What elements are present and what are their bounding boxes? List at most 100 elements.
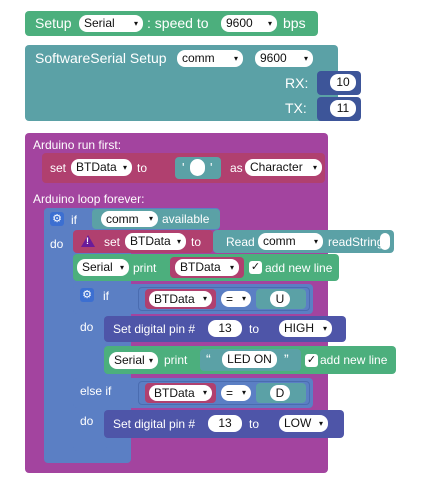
- to-label-2: to: [191, 235, 202, 249]
- string-field[interactable]: LED ON: [222, 351, 277, 368]
- state1-dropdown[interactable]: HIGH ▾: [279, 320, 332, 337]
- var-dropdown[interactable]: BTData ▾: [71, 159, 132, 176]
- rx-number-block[interactable]: 10: [317, 71, 361, 95]
- chevron-down-icon: ▾: [202, 388, 207, 397]
- pin1-value-field[interactable]: 13: [208, 320, 242, 337]
- cond2-var-dropdown[interactable]: BTData ▾: [149, 385, 212, 401]
- to-label: to: [137, 161, 148, 175]
- chevron-down-icon: ▾: [303, 54, 308, 63]
- softserial-setup-block[interactable]: SoftwareSerial Setup comm ▾ 9600 ▾ RX: TX:: [25, 45, 338, 121]
- state2-value: LOW: [284, 416, 312, 430]
- available-block[interactable]: comm ▾ available: [92, 209, 220, 229]
- read-serial-dropdown[interactable]: comm ▾: [258, 233, 323, 250]
- print2-port-dropdown[interactable]: Serial ▾: [109, 352, 158, 369]
- chevron-down-icon: ▾: [312, 163, 317, 172]
- set-pin-low-block[interactable]: Set digital pin # 13 to LOW ▾: [104, 410, 344, 438]
- inner-do-label: do: [80, 320, 94, 334]
- serial-port-value: Serial: [84, 16, 115, 30]
- compare-block-1[interactable]: BTData ▾ = ▾ U: [138, 287, 310, 311]
- available-serial-dropdown[interactable]: comm ▾: [101, 211, 158, 227]
- cond1-var-block[interactable]: BTData ▾: [145, 289, 216, 309]
- pin2-value-field[interactable]: 13: [208, 415, 242, 432]
- cond1-value-field[interactable]: U: [270, 291, 290, 307]
- cond1-op-dropdown[interactable]: = ▾: [221, 291, 251, 307]
- print-port-dropdown[interactable]: Serial ▾: [77, 259, 129, 276]
- chevron-down-icon: ▾: [322, 324, 327, 333]
- loop-label: Arduino loop forever:: [33, 192, 145, 206]
- cond2-char-block[interactable]: D: [256, 383, 306, 403]
- print-label: print: [133, 261, 157, 275]
- set-label-2: set: [104, 235, 121, 249]
- pin-label-2: Set digital pin #: [113, 417, 196, 431]
- chevron-down-icon: ▾: [313, 237, 318, 246]
- char-field[interactable]: [190, 159, 205, 176]
- cond2-var-value: BTData: [154, 386, 195, 400]
- print2-label: print: [164, 353, 188, 367]
- print-var-value: BTData: [180, 260, 221, 274]
- available-label: available: [162, 212, 210, 226]
- add-new-line-checkbox[interactable]: ✓: [249, 261, 262, 274]
- compare-block-2[interactable]: BTData ▾ = ▾ D: [138, 381, 310, 405]
- state2-dropdown[interactable]: LOW ▾: [279, 415, 328, 432]
- rx-value-field[interactable]: 10: [330, 74, 356, 91]
- serial-print-string-block[interactable]: Serial ▾ print “ LED ON ” ✓ add new line: [104, 346, 396, 374]
- print-port-value: Serial: [82, 260, 113, 274]
- setup-label: Setup: [35, 15, 72, 31]
- softserial-speed-dropdown[interactable]: 9600 ▾: [255, 50, 313, 67]
- add-new-line-label: add new line: [265, 261, 333, 275]
- serial-port-dropdown[interactable]: Serial ▾: [79, 15, 143, 32]
- cond2-value-field[interactable]: D: [270, 385, 290, 401]
- cond2-op-value: =: [226, 386, 234, 400]
- chevron-down-icon: ▾: [176, 237, 181, 246]
- cond2-op-dropdown[interactable]: = ▾: [221, 385, 251, 401]
- tx-number-block[interactable]: 11: [317, 97, 361, 121]
- chevron-down-icon: ▾: [241, 388, 246, 397]
- softserial-label: SoftwareSerial Setup: [35, 50, 167, 66]
- pin-to-label-2: to: [249, 417, 260, 431]
- char-block[interactable]: ' ': [175, 157, 221, 179]
- cond2-var-block[interactable]: BTData ▾: [145, 383, 216, 403]
- warning-icon[interactable]: !: [81, 235, 95, 247]
- softserial-name-value: comm: [182, 51, 215, 65]
- if-label: if: [71, 213, 77, 227]
- state1-value: HIGH: [284, 321, 314, 335]
- print-var-dropdown[interactable]: BTData ▾: [175, 259, 239, 276]
- set-var-char-block[interactable]: set BTData ▾ to ' ' as Character ▾: [42, 153, 325, 183]
- chevron-down-icon: ▾: [148, 356, 153, 365]
- cond1-char-block[interactable]: U: [256, 289, 306, 309]
- serial-speed-dropdown[interactable]: 9600 ▾: [221, 15, 277, 32]
- as-label: as: [230, 161, 243, 175]
- type-dropdown[interactable]: Character ▾: [245, 159, 322, 176]
- serial-setup-block[interactable]: Setup Serial ▾ : speed to 9600 ▾ bps: [25, 11, 318, 36]
- do2-label: do: [80, 414, 94, 428]
- set-label: set: [50, 161, 67, 175]
- readstring-extra-field[interactable]: [380, 233, 390, 250]
- set-var-read-block[interactable]: ! set BTData ▾ to: [73, 230, 213, 253]
- read-string-block[interactable]: Read comm ▾ readString: [213, 230, 394, 253]
- var-dropdown-2[interactable]: BTData ▾: [125, 233, 186, 250]
- type-value: Character: [250, 160, 303, 174]
- bps-label: bps: [283, 15, 306, 31]
- cond1-var-dropdown[interactable]: BTData ▾: [149, 291, 212, 307]
- chevron-down-icon: ▾: [233, 54, 238, 63]
- speed-label: : speed to: [147, 15, 209, 31]
- read-label: Read: [226, 235, 255, 249]
- print-var-block[interactable]: BTData ▾: [170, 257, 244, 278]
- inner-if-label: if: [103, 289, 109, 303]
- serial-print-var-block[interactable]: Serial ▾ print BTData ▾ ✓ add new line: [73, 254, 339, 281]
- softserial-name-dropdown[interactable]: comm ▾: [177, 50, 243, 67]
- gear-icon[interactable]: ⚙: [80, 288, 94, 302]
- chevron-down-icon: ▾: [133, 19, 138, 28]
- gear-icon[interactable]: ⚙: [50, 212, 64, 226]
- chevron-down-icon: ▾: [241, 294, 246, 303]
- add-new-line-checkbox-2[interactable]: ✓: [305, 354, 318, 367]
- cond1-op-value: =: [226, 292, 234, 306]
- softserial-speed-value: 9600: [260, 51, 287, 65]
- tx-value-field[interactable]: 11: [330, 100, 356, 117]
- read-serial-value: comm: [263, 234, 296, 248]
- var-value-2: BTData: [130, 234, 171, 248]
- quote-close-icon: ”: [284, 351, 289, 367]
- set-pin-high-block[interactable]: Set digital pin # 13 to HIGH ▾: [104, 316, 346, 342]
- available-serial-value: comm: [106, 212, 139, 226]
- string-block[interactable]: “ LED ON ”: [200, 349, 301, 371]
